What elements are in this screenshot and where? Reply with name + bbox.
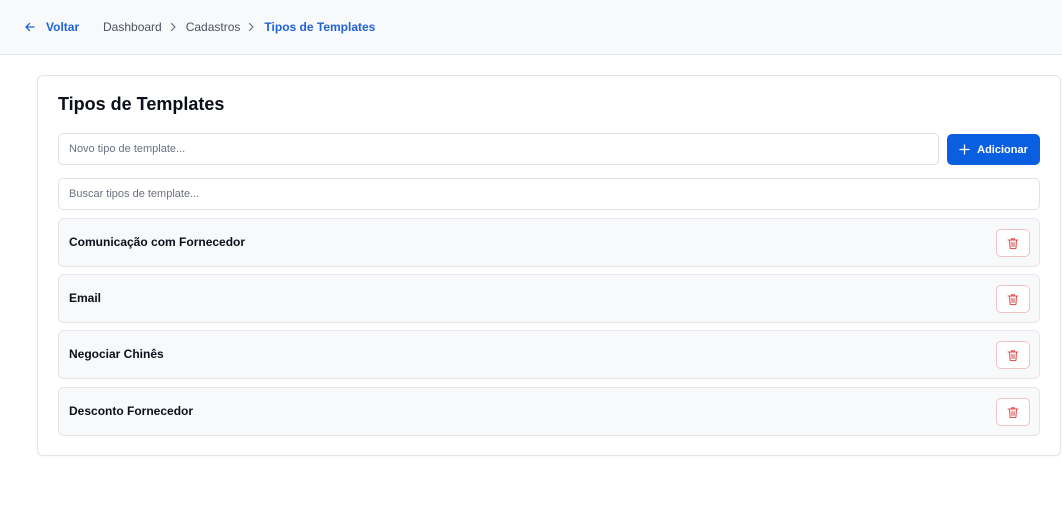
list-item-label: Negociar Chinês <box>69 347 164 361</box>
breadcrumb: Dashboard Cadastros Tipos de Templates <box>103 18 375 36</box>
list-item: Comunicação com Fornecedor <box>58 218 1040 267</box>
trash-icon <box>1007 237 1019 249</box>
plus-icon <box>959 144 970 155</box>
new-template-type-input[interactable] <box>58 133 939 165</box>
delete-button[interactable] <box>996 398 1030 426</box>
list-item-label: Desconto Fornecedor <box>69 404 194 418</box>
back-button[interactable]: Voltar <box>24 18 79 36</box>
breadcrumb-item-cadastros[interactable]: Cadastros <box>186 20 241 34</box>
list-item: Desconto Fornecedor <box>58 387 1040 436</box>
delete-button[interactable] <box>996 229 1030 257</box>
arrow-left-icon <box>25 22 35 32</box>
template-types-card: Tipos de Templates Adicionar Comunicação… <box>37 75 1061 456</box>
breadcrumb-item-current: Tipos de Templates <box>264 20 376 34</box>
back-label: Voltar <box>46 20 80 34</box>
top-bar: Voltar Dashboard Cadastros Tipos de Temp… <box>0 0 1062 55</box>
add-button[interactable]: Adicionar <box>947 134 1040 165</box>
chevron-right-icon <box>248 22 255 32</box>
breadcrumb-item-dashboard[interactable]: Dashboard <box>103 20 162 34</box>
delete-button[interactable] <box>996 341 1030 369</box>
list-item: Email <box>58 274 1040 323</box>
trash-icon <box>1007 406 1019 418</box>
trash-icon <box>1007 349 1019 361</box>
list-item: Negociar Chinês <box>58 330 1040 379</box>
trash-icon <box>1007 293 1019 305</box>
delete-button[interactable] <box>996 285 1030 313</box>
add-button-label: Adicionar <box>977 143 1028 156</box>
search-input[interactable] <box>58 178 1040 210</box>
list-item-label: Email <box>69 291 102 305</box>
chevron-right-icon <box>170 22 177 32</box>
page-title: Tipos de Templates <box>58 94 225 114</box>
list-item-label: Comunicação com Fornecedor <box>69 235 246 249</box>
